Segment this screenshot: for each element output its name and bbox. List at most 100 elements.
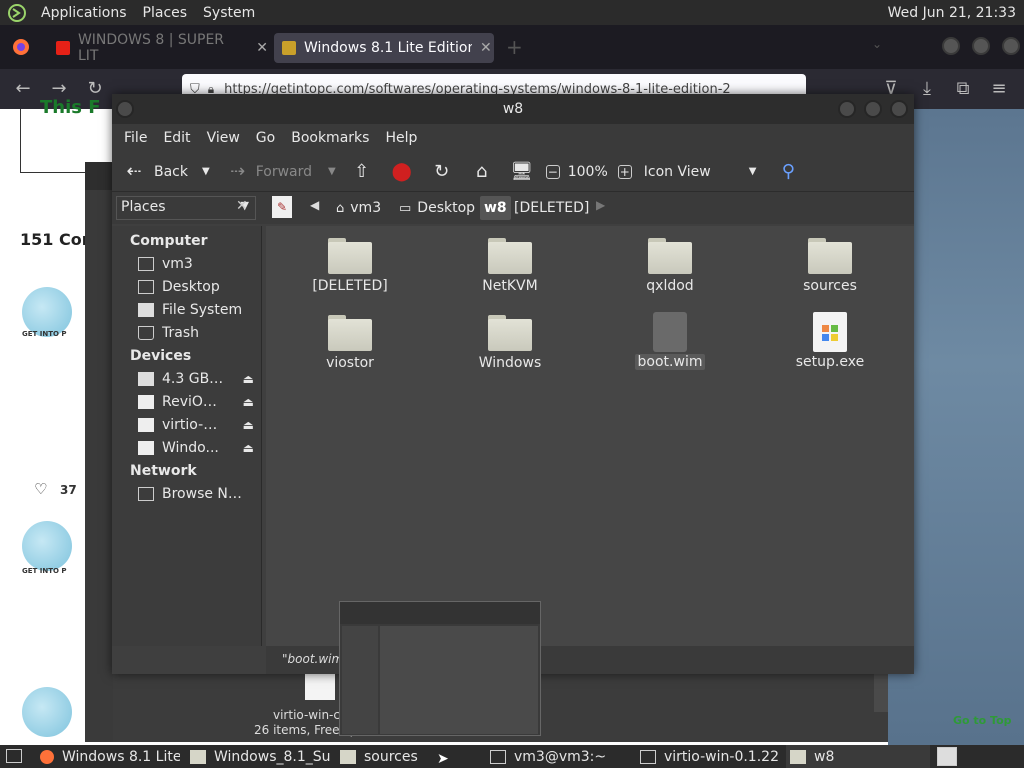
- download-icon[interactable]: ⤓: [916, 78, 938, 100]
- back-history-dropdown[interactable]: ▼: [202, 166, 210, 177]
- sidebar-item-device[interactable]: ReviOS... ⏏: [138, 391, 254, 413]
- applications-menu[interactable]: Applications: [33, 5, 135, 21]
- sidebar-item-trash[interactable]: Trash: [138, 322, 250, 344]
- menu-bookmarks[interactable]: Bookmarks: [283, 130, 377, 146]
- sidebar-item-vm3[interactable]: vm3: [138, 253, 250, 275]
- extensions-icon[interactable]: ⧉: [952, 78, 974, 100]
- task-folder[interactable]: Windows_8.1_Su...: [190, 745, 330, 768]
- file-item-folder[interactable]: viostor: [280, 315, 420, 371]
- file-item-exe[interactable]: setup.exe: [760, 312, 900, 370]
- file-item-folder[interactable]: NetKVM: [440, 238, 580, 294]
- show-desktop-icon[interactable]: [6, 749, 22, 763]
- back-window-file-icon[interactable]: [305, 670, 335, 700]
- task-firefox[interactable]: Windows 8.1 Lite...: [40, 745, 180, 768]
- close-browser-button[interactable]: [1002, 37, 1020, 55]
- breadcrumb-desktop[interactable]: ▭ Desktop: [395, 196, 479, 220]
- breadcrumb-vm3[interactable]: ⌂ vm3: [332, 196, 385, 220]
- window-preview-thumbnail[interactable]: [339, 601, 541, 736]
- system-menu[interactable]: System: [195, 5, 263, 21]
- task-folder-active[interactable]: w8: [786, 745, 930, 768]
- window-titlebar[interactable]: w8: [112, 94, 914, 124]
- sidebar-selector[interactable]: Places ▼: [116, 196, 256, 220]
- tab-list-icon[interactable]: ⌄: [872, 37, 882, 51]
- computer-icon[interactable]: 🖥︎: [510, 160, 534, 184]
- file-icon-view[interactable]: [DELETED] NetKVM qxldod sources viostor …: [266, 226, 914, 646]
- back-arrow-icon[interactable]: ←: [12, 78, 34, 100]
- back-window-status: 26 items, Free spa: [240, 720, 880, 742]
- thumbnail-content: [380, 626, 538, 734]
- folder-icon: [488, 315, 532, 351]
- folder-icon: [340, 749, 356, 764]
- up-arrow-icon[interactable]: ⇧: [350, 160, 374, 184]
- breadcrumb-left-arrow-icon[interactable]: ◀: [310, 198, 319, 212]
- workspace-switcher-icon[interactable]: [937, 747, 957, 766]
- search-icon[interactable]: ⚲: [776, 160, 800, 184]
- window-icon: [640, 749, 656, 764]
- places-menu[interactable]: Places: [135, 5, 196, 21]
- back-arrow-icon: ⇠: [126, 161, 142, 182]
- eject-icon[interactable]: ⏏: [243, 418, 254, 432]
- browser-tab[interactable]: WINDOWS 8 | SUPER LIT ✕: [48, 32, 268, 64]
- new-tab-icon[interactable]: +: [506, 35, 523, 59]
- file-item-folder[interactable]: qxldod: [600, 238, 740, 294]
- minimize-browser-button[interactable]: [942, 37, 960, 55]
- eject-icon[interactable]: ⏏: [243, 395, 254, 409]
- firefox-icon[interactable]: [12, 38, 30, 56]
- thumbnail-toolbar: [340, 602, 540, 624]
- sidebar-item-browse-network[interactable]: Browse Net...: [138, 483, 250, 505]
- view-mode-selector[interactable]: Icon View: [644, 164, 711, 180]
- close-sidebar-icon[interactable]: ✕: [236, 198, 248, 214]
- distro-logo-icon[interactable]: [7, 3, 27, 23]
- sidebar-selector-label: Places: [121, 199, 166, 215]
- edit-location-icon[interactable]: ✎: [272, 196, 292, 218]
- home-icon[interactable]: ⌂: [470, 160, 494, 184]
- stop-icon[interactable]: ⬤: [390, 160, 414, 184]
- file-item-folder[interactable]: [DELETED]: [280, 238, 420, 294]
- heart-icon[interactable]: ♡: [34, 480, 47, 498]
- menu-edit[interactable]: Edit: [155, 130, 198, 146]
- breadcrumb-deleted[interactable]: [DELETED]: [510, 196, 593, 220]
- zoom-out-icon[interactable]: −: [545, 164, 560, 179]
- sidebar-item-desktop[interactable]: Desktop: [138, 276, 250, 298]
- hamburger-menu-icon[interactable]: ≡: [988, 78, 1010, 100]
- task-terminal[interactable]: vm3@vm3:~: [490, 745, 630, 768]
- task-folder[interactable]: sources: [340, 745, 430, 768]
- view-mode-dropdown-icon[interactable]: ▼: [749, 166, 757, 177]
- breadcrumb-right-arrow-icon[interactable]: ▶: [596, 198, 605, 212]
- page-heading: This F: [40, 97, 101, 118]
- forward-history-dropdown[interactable]: ▼: [328, 166, 336, 177]
- breadcrumb-label: vm3: [350, 200, 382, 216]
- back-button[interactable]: ⇠ Back: [122, 160, 188, 184]
- maximize-browser-button[interactable]: [972, 37, 990, 55]
- menu-go[interactable]: Go: [248, 130, 283, 146]
- go-to-top-link[interactable]: Go to Top: [953, 714, 1012, 727]
- sidebar-item-label: Browse Net...: [162, 486, 246, 502]
- menu-file[interactable]: File: [116, 130, 155, 146]
- task-window[interactable]: virtio-win-0.1.225: [640, 745, 780, 768]
- clock[interactable]: Wed Jun 21, 21:33: [888, 5, 1024, 21]
- file-item-folder[interactable]: Windows: [440, 315, 580, 371]
- close-button[interactable]: [890, 100, 908, 118]
- window-menu-button[interactable]: [116, 100, 134, 118]
- maximize-button[interactable]: [864, 100, 882, 118]
- minimize-button[interactable]: [838, 100, 856, 118]
- sidebar-item-device[interactable]: Windo... ⏏: [138, 437, 254, 459]
- close-tab-icon[interactable]: ✕: [480, 40, 492, 56]
- menu-help[interactable]: Help: [377, 130, 425, 146]
- sidebar-item-file-system[interactable]: File System: [138, 299, 250, 321]
- forward-button[interactable]: ⇢ Forward: [226, 160, 312, 184]
- browser-tab-active[interactable]: Windows 8.1 Lite Edition 20 ✕: [274, 33, 494, 63]
- close-tab-icon[interactable]: ✕: [256, 40, 268, 56]
- eject-icon[interactable]: ⏏: [243, 372, 254, 386]
- file-manager-window[interactable]: w8 File Edit View Go Bookmarks Help ⇠ Ba…: [112, 94, 914, 674]
- file-item-selected[interactable]: boot.wim: [600, 312, 740, 370]
- sidebar-item-device[interactable]: 4.3 GB ... ⏏: [138, 368, 254, 390]
- file-icon: [653, 312, 687, 352]
- menu-view[interactable]: View: [199, 130, 248, 146]
- sidebar-item-device[interactable]: virtio-w... ⏏: [138, 414, 254, 436]
- file-item-folder[interactable]: sources: [760, 238, 900, 294]
- reload-icon[interactable]: ↻: [430, 160, 454, 184]
- eject-icon[interactable]: ⏏: [243, 441, 254, 455]
- breadcrumb-w8[interactable]: w8: [480, 196, 511, 220]
- zoom-in-icon[interactable]: +: [617, 164, 632, 179]
